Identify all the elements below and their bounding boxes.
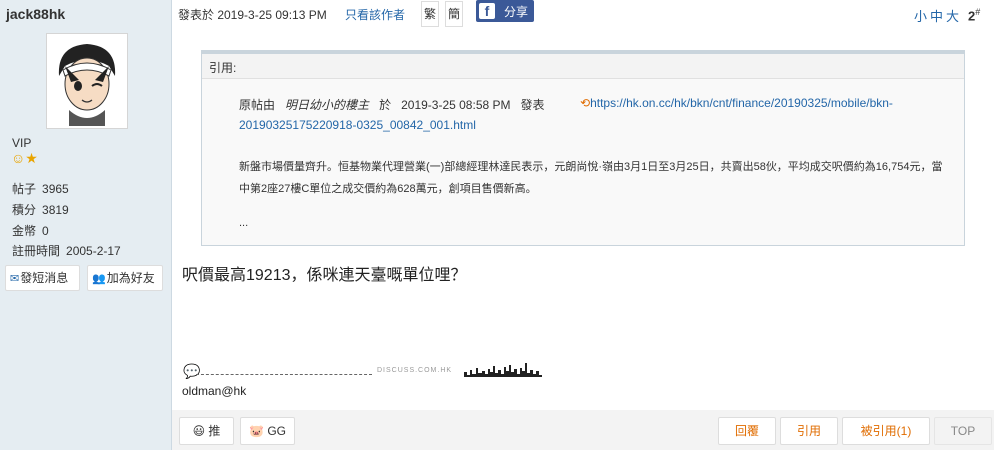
- push-label: 推: [208, 424, 221, 438]
- floor-number[interactable]: 2#: [968, 7, 980, 23]
- signature-divider: [196, 374, 372, 375]
- quote-ellipsis: ...: [239, 217, 249, 229]
- stat-value: 2005-2-17: [66, 244, 121, 258]
- avatar[interactable]: [46, 33, 128, 129]
- signature-watermark: DISCUSS.COM.HK: [377, 367, 453, 374]
- floor-mark: #: [975, 7, 981, 17]
- stat-value: 0: [42, 224, 49, 238]
- quote-original-prefix: 原帖由: [239, 98, 276, 112]
- simplified-chinese-button[interactable]: 簡: [445, 1, 463, 27]
- stat-label: 積分: [12, 203, 37, 217]
- stat-label: 金幣: [12, 224, 37, 238]
- quote-paragraph: 新盤市場價量齊升。恒基物業代理營業(一)部總經理林達民表示，元朗尚悅·嶺由3月1…: [239, 161, 943, 195]
- traditional-chinese-button[interactable]: 繁: [421, 1, 439, 27]
- add-friend-icon: 👥: [92, 273, 106, 285]
- share-label: 分享: [504, 5, 529, 19]
- envelope-icon: ✉: [10, 273, 20, 285]
- push-button[interactable]: 😃 推: [179, 417, 234, 445]
- quote-time: 2019-3-25 08:58 PM: [401, 98, 511, 112]
- quote-source-link-continued[interactable]: 20190325175220918-0325_00842_001.html: [239, 118, 476, 132]
- quote-label: 引用:: [202, 51, 964, 79]
- signature-name: oldman@hk: [182, 384, 247, 398]
- stat-label: 帖子: [12, 182, 37, 196]
- stat-register-date: 註冊時間 2005-2-17: [12, 242, 121, 259]
- smiley-icon: ☺: [11, 150, 26, 166]
- link-arrow-icon: ⟲: [580, 96, 591, 110]
- stat-coins: 金幣 0: [12, 222, 49, 239]
- stat-value: 3819: [42, 203, 69, 217]
- user-sidebar: jack88hk VIP ☺★ 帖子 3965 積分 3819 金幣 0 註冊時間 20…: [0, 0, 172, 450]
- post-timestamp: 發表於 2019-3-25 09:13 PM: [178, 8, 327, 22]
- font-size-switcher[interactable]: 小中大: [914, 6, 962, 25]
- facebook-share-button[interactable]: f 分享: [476, 0, 534, 22]
- star-icon: ★: [25, 150, 38, 166]
- post-message: 呎價最高19213，係咪連天臺嘅單位哩？: [182, 267, 467, 284]
- top-button[interactable]: TOP: [934, 417, 992, 445]
- thumbs-up-icon: 😃: [192, 424, 206, 438]
- stat-points: 積分 3819: [12, 201, 69, 218]
- stat-value: 3965: [42, 182, 69, 196]
- speech-bubble-icon: 💬: [183, 363, 201, 379]
- stat-posts: 帖子 3965: [12, 180, 69, 197]
- gg-label: GG: [267, 424, 286, 438]
- add-friend-button[interactable]: 👥加為好友: [87, 265, 163, 291]
- quote-block: 引用: 原帖由 明日幼小的樓主 於 2019-3-25 08:58 PM 發表 …: [201, 50, 965, 246]
- reply-button[interactable]: 回覆: [718, 417, 776, 445]
- send-message-button[interactable]: ✉發短消息: [5, 265, 80, 291]
- only-author-link[interactable]: 只看該作者: [345, 6, 405, 23]
- quote-source-line: 原帖由 明日幼小的樓主 於 2019-3-25 08:58 PM 發表: [239, 96, 545, 113]
- skyline-icon: [460, 363, 542, 377]
- user-level: VIP: [12, 136, 32, 150]
- quote-posted: 發表: [520, 98, 545, 112]
- quote-button[interactable]: 引用: [780, 417, 838, 445]
- quote-url-part1: https://hk.on.cc/hk/bkn/cnt/finance/2019…: [590, 96, 893, 110]
- gg-button[interactable]: 🐷 GG: [240, 417, 295, 445]
- quote-source-link[interactable]: ⟲https://hk.on.cc/hk/bkn/cnt/finance/201…: [580, 96, 893, 110]
- quote-original-author: 明日幼小的樓主: [285, 98, 370, 112]
- username[interactable]: jack88hk: [6, 6, 65, 22]
- pig-icon: 🐷: [249, 424, 264, 438]
- add-friend-label: 加為好友: [106, 271, 155, 285]
- facebook-icon: f: [479, 3, 495, 19]
- level-icons: ☺★: [11, 150, 38, 166]
- send-message-label: 發短消息: [20, 271, 69, 285]
- quote-at: 於: [379, 98, 392, 112]
- quoted-by-button[interactable]: 被引用(1): [842, 417, 930, 445]
- stat-label: 註冊時間: [12, 244, 61, 258]
